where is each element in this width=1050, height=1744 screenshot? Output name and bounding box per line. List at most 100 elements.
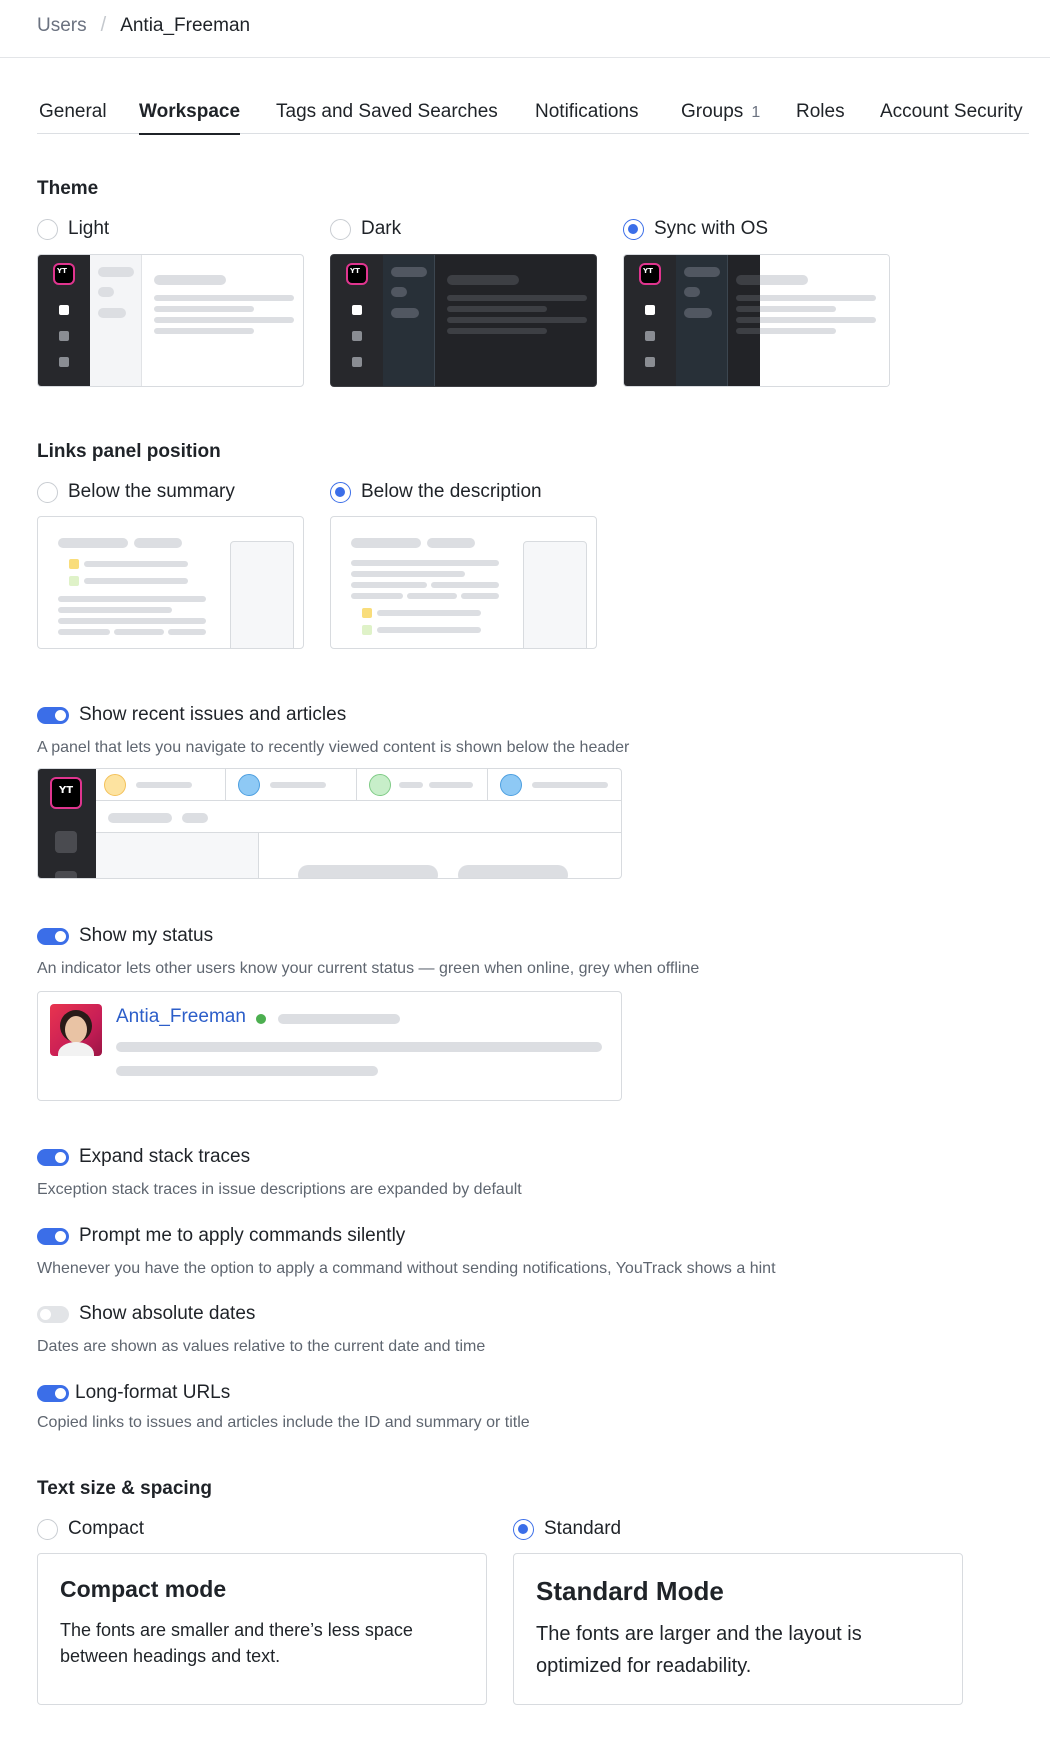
absolute-dates-setting[interactable]: Show absolute dates	[37, 1303, 255, 1325]
nav-dot-icon	[59, 331, 69, 341]
tab-notifications-label: Notifications	[535, 101, 639, 122]
nav-dot-icon	[645, 305, 655, 315]
long-urls-toggle[interactable]	[37, 1384, 69, 1402]
links-option-below-summary[interactable]: Below the summary	[37, 481, 235, 503]
recent-item-icon	[500, 774, 522, 796]
standard-mode-card[interactable]: Standard Mode The fonts are larger and t…	[513, 1553, 963, 1705]
compact-label: Compact	[68, 1518, 145, 1539]
radio-light[interactable]	[37, 218, 58, 240]
tab-groups[interactable]: Groups 1	[681, 100, 760, 134]
recent-issues-setting[interactable]: Show recent issues and articles	[37, 704, 346, 726]
silent-commands-hint: Whenever you have the option to apply a …	[37, 1260, 776, 1277]
breadcrumb: Users / Antia_Freeman	[37, 14, 250, 37]
youtrack-logo-icon	[348, 265, 366, 283]
silent-commands-setting[interactable]: Prompt me to apply commands silently	[37, 1225, 405, 1247]
nav-block-icon	[55, 831, 77, 853]
links-preview-below-summary[interactable]	[37, 516, 304, 649]
recent-item-icon	[369, 774, 391, 796]
breadcrumb-current-user: Antia_Freeman	[120, 14, 251, 36]
nav-dot-icon	[645, 357, 655, 367]
compact-card-desc-2: between headings and text.	[60, 1646, 281, 1666]
standard-card-desc-2: optimized for readability.	[536, 1655, 752, 1677]
stack-traces-hint: Exception stack traces in issue descript…	[37, 1181, 522, 1198]
recent-issues-label: Show recent issues and articles	[79, 704, 347, 725]
absolute-dates-label: Show absolute dates	[79, 1303, 256, 1324]
long-urls-hint: Copied links to issues and articles incl…	[37, 1414, 530, 1431]
below-summary-label: Below the summary	[68, 481, 235, 502]
online-status-dot	[256, 1014, 266, 1024]
settings-tabs: General Workspace Tags and Saved Searche…	[37, 100, 1029, 135]
tab-roles[interactable]: Roles	[796, 100, 845, 134]
tab-workspace[interactable]: Workspace	[139, 100, 241, 135]
compact-mode-card[interactable]: Compact mode The fonts are smaller and t…	[37, 1553, 487, 1705]
preview-content	[435, 255, 596, 386]
radio-below-summary[interactable]	[37, 481, 58, 503]
links-preview-below-description[interactable]	[330, 516, 597, 649]
nav-dot-icon	[59, 357, 69, 367]
theme-preview-light[interactable]	[37, 254, 304, 387]
tab-account-security-label: Account Security	[880, 101, 1023, 122]
theme-heading: Theme	[37, 178, 99, 199]
theme-preview-sync[interactable]	[623, 254, 890, 387]
standard-label: Standard	[544, 1518, 622, 1539]
tab-general-label: General	[39, 101, 107, 122]
theme-option-dark[interactable]: Dark	[330, 218, 401, 240]
youtrack-logo-icon	[55, 265, 73, 283]
tab-account-security[interactable]: Account Security	[880, 100, 1023, 134]
nav-dot-icon	[352, 357, 362, 367]
stack-traces-label: Expand stack traces	[79, 1146, 251, 1167]
preview-panel	[676, 255, 728, 386]
radio-standard[interactable]	[513, 1518, 534, 1540]
theme-option-light[interactable]: Light	[37, 218, 109, 240]
breadcrumb-users-link[interactable]: Users	[37, 15, 87, 37]
silent-commands-toggle[interactable]	[37, 1227, 69, 1245]
recent-issues-toggle[interactable]	[37, 706, 69, 724]
theme-light-label: Light	[68, 218, 110, 239]
recent-item-preview	[226, 769, 357, 801]
compact-card-title: Compact mode	[60, 1576, 227, 1602]
recent-issues-preview	[37, 768, 622, 879]
radio-dark[interactable]	[330, 218, 351, 240]
radio-below-description[interactable]	[330, 481, 351, 503]
nav-dot-icon	[352, 331, 362, 341]
youtrack-logo-icon	[641, 265, 659, 283]
stack-traces-setting[interactable]: Expand stack traces	[37, 1146, 250, 1168]
text-size-heading: Text size & spacing	[37, 1478, 212, 1499]
absolute-dates-toggle[interactable]	[37, 1305, 69, 1323]
compact-card-desc-1: The fonts are smaller and there’s less s…	[60, 1620, 413, 1640]
youtrack-logo-icon	[52, 779, 80, 807]
link-marker-icon	[69, 559, 79, 569]
text-size-option-standard[interactable]: Standard	[513, 1518, 621, 1540]
links-option-below-description[interactable]: Below the description	[330, 481, 542, 503]
recent-item-icon	[104, 774, 126, 796]
preview-side-panel	[230, 541, 294, 648]
nav-dot-icon	[645, 331, 655, 341]
recent-item-preview	[488, 769, 621, 801]
preview-sidebar	[38, 255, 90, 386]
radio-compact[interactable]	[37, 1518, 58, 1540]
groups-count-badge: 1	[751, 104, 761, 121]
tab-notifications[interactable]: Notifications	[535, 100, 639, 134]
text-size-option-compact[interactable]: Compact	[37, 1518, 144, 1540]
tab-tags-saved-searches[interactable]: Tags and Saved Searches	[276, 100, 498, 134]
preview-sidebar	[331, 255, 383, 386]
my-status-setting[interactable]: Show my status	[37, 925, 213, 947]
theme-dark-label: Dark	[361, 218, 402, 239]
link-marker-icon	[362, 608, 372, 618]
radio-sync-os[interactable]	[623, 218, 644, 240]
preview-content	[142, 255, 303, 386]
tab-workspace-label: Workspace	[139, 101, 241, 122]
theme-preview-dark[interactable]	[330, 254, 597, 387]
standard-card-desc-1: The fonts are larger and the layout is	[536, 1623, 862, 1645]
long-urls-setting[interactable]: Long-format URLs	[37, 1382, 230, 1404]
preview-sidebar	[38, 769, 96, 878]
my-status-toggle[interactable]	[37, 927, 69, 945]
tab-general[interactable]: General	[39, 100, 107, 134]
stack-traces-toggle[interactable]	[37, 1148, 69, 1166]
preview-content	[760, 255, 889, 386]
header-divider	[0, 57, 1050, 58]
nav-dot-icon	[352, 305, 362, 315]
theme-option-sync[interactable]: Sync with OS	[623, 218, 768, 240]
tab-groups-label: Groups	[681, 101, 744, 122]
nav-block-icon	[55, 871, 77, 878]
